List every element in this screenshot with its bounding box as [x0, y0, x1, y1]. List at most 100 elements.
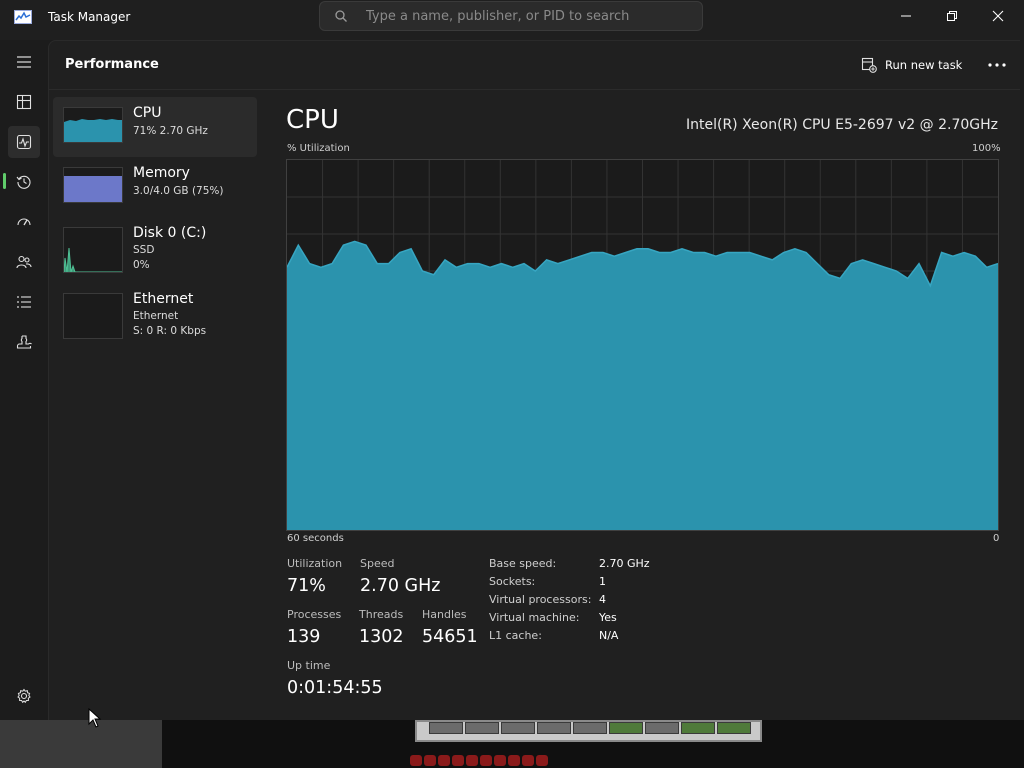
close-icon — [992, 10, 1004, 22]
details-list-icon — [17, 296, 31, 308]
nav-processes[interactable] — [8, 86, 40, 118]
hotbar-slot — [717, 722, 751, 734]
close-button[interactable] — [975, 0, 1021, 32]
cpu-utilization-graph — [286, 159, 999, 531]
resource-name: CPU — [133, 105, 162, 121]
nav-services[interactable] — [8, 326, 40, 358]
virtual-processors-value: 4 — [599, 593, 606, 606]
y-axis-label: % Utilization — [287, 143, 350, 154]
resource-name: Ethernet — [133, 291, 194, 307]
search-input[interactable] — [366, 5, 686, 27]
run-task-label: Run new task — [885, 58, 963, 72]
minimize-icon — [901, 15, 911, 17]
cpu-chart-svg — [286, 160, 999, 530]
more-dots-icon — [988, 63, 1006, 67]
search-icon — [335, 10, 347, 22]
hotbar-slot — [465, 722, 499, 734]
settings-button[interactable] — [8, 680, 40, 712]
search-box[interactable] — [319, 1, 703, 31]
game-hotbar — [415, 720, 762, 742]
nav-startup-apps[interactable] — [8, 206, 40, 238]
window-title: Task Manager — [48, 10, 131, 24]
restore-icon — [947, 11, 957, 21]
hotbar-slot — [573, 722, 607, 734]
resource-detail: SSD — [133, 244, 155, 256]
mouse-cursor-icon — [88, 708, 102, 728]
virtual-processors-key: Virtual processors: — [489, 593, 592, 606]
hotbar-slot — [501, 722, 535, 734]
l1-cache-key: L1 cache: — [489, 629, 542, 642]
nav-performance[interactable] — [8, 126, 40, 158]
detail-title: CPU — [286, 105, 339, 135]
title-bar: Task Manager — [0, 0, 1024, 40]
heart-icon — [494, 755, 506, 766]
base-speed-value: 2.70 GHz — [599, 557, 650, 570]
heart-icon — [508, 755, 520, 766]
x-axis-min-label: 0 — [993, 533, 1000, 544]
x-axis-label: 60 seconds — [287, 533, 344, 544]
uptime-value: 0:01:54:55 — [287, 678, 383, 698]
hotbar-slot — [537, 722, 571, 734]
threads-value: 1302 — [359, 627, 404, 647]
processes-icon — [16, 94, 32, 110]
sockets-value: 1 — [599, 575, 606, 588]
resource-detail: 71% 2.70 GHz — [133, 125, 208, 137]
processes-value: 139 — [287, 627, 321, 647]
virtual-machine-value: Yes — [599, 611, 617, 624]
background-panel — [0, 720, 162, 768]
hamburger-menu-button[interactable] — [8, 46, 40, 78]
gear-icon — [17, 688, 31, 704]
resource-detail: 3.0/4.0 GB (75%) — [133, 185, 224, 197]
resource-cpu[interactable]: CPU 71% 2.70 GHz — [53, 97, 257, 157]
game-health-hearts — [410, 755, 548, 768]
speed-value: 2.70 GHz — [360, 576, 441, 596]
task-manager-app-icon — [14, 10, 32, 24]
performance-icon — [16, 134, 32, 150]
run-new-task-button[interactable]: Run new task — [861, 53, 962, 77]
restore-button[interactable] — [929, 0, 975, 32]
minimize-button[interactable] — [883, 0, 929, 32]
heart-icon — [466, 755, 478, 766]
utilization-label: Utilization — [287, 557, 343, 570]
hotbar-slot — [609, 722, 643, 734]
navigation-rail — [0, 40, 48, 720]
speed-label: Speed — [360, 557, 395, 570]
nav-details[interactable] — [8, 286, 40, 318]
y-axis-max-label: 100% — [972, 143, 1001, 154]
heart-icon — [410, 755, 422, 766]
uptime-label: Up time — [287, 659, 331, 672]
disk-thumbnail-graph — [63, 227, 123, 273]
resource-detail: 0% — [133, 259, 150, 271]
hotbar-slot — [681, 722, 715, 734]
resource-name: Disk 0 (C:) — [133, 225, 207, 241]
handles-label: Handles — [422, 608, 467, 621]
sockets-key: Sockets: — [489, 575, 536, 588]
heart-icon — [536, 755, 548, 766]
users-icon — [16, 255, 32, 269]
heart-icon — [452, 755, 464, 766]
heart-icon — [480, 755, 492, 766]
virtual-machine-key: Virtual machine: — [489, 611, 580, 624]
resource-memory[interactable]: Memory 3.0/4.0 GB (75%) — [53, 157, 257, 217]
cpu-utilization-area — [287, 241, 998, 530]
page-title: Performance — [65, 57, 159, 72]
nav-users[interactable] — [8, 246, 40, 278]
resource-detail: Ethernet — [133, 310, 179, 322]
handles-value: 54651 — [422, 627, 478, 647]
l1-cache-value: N/A — [599, 629, 619, 642]
active-nav-indicator — [3, 173, 6, 189]
header-divider — [49, 89, 1020, 90]
hotbar-slot — [645, 722, 679, 734]
resource-name: Memory — [133, 165, 190, 181]
heart-icon — [424, 755, 436, 766]
resource-ethernet[interactable]: Ethernet Ethernet S: 0 R: 0 Kbps — [53, 283, 257, 343]
resource-detail: S: 0 R: 0 Kbps — [133, 325, 207, 337]
resource-disk[interactable]: Disk 0 (C:) SSD 0% — [53, 217, 257, 277]
startup-icon — [17, 218, 31, 226]
nav-app-history[interactable] — [8, 166, 40, 198]
run-task-icon — [861, 57, 877, 73]
hamburger-icon — [17, 56, 31, 68]
base-speed-key: Base speed: — [489, 557, 557, 570]
more-options-button[interactable] — [983, 53, 1011, 77]
heart-icon — [522, 755, 534, 766]
